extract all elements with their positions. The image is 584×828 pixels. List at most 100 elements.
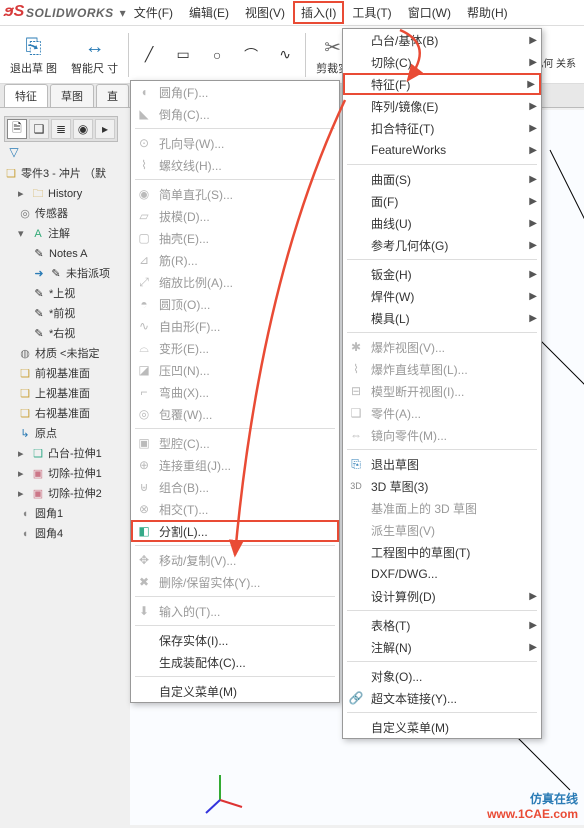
menu-intersect[interactable]: ⊗相交(T)...: [131, 498, 339, 520]
expand-icon[interactable]: ▸: [18, 185, 28, 203]
menu-thread[interactable]: ⌇螺纹线(H)...: [131, 154, 339, 176]
menu-part[interactable]: ❑零件(A)...: [343, 402, 541, 424]
tree-notes-a[interactable]: ✎Notes A: [4, 244, 128, 264]
menu-exit-sketch[interactable]: ⎘退出草图: [343, 453, 541, 475]
circle-tool[interactable]: ○: [203, 43, 231, 67]
menu-3dplane[interactable]: 基准面上的 3D 草图: [343, 497, 541, 519]
menu-modelbreak[interactable]: ⊟模型断开视图(I)...: [343, 380, 541, 402]
tree-front-plane[interactable]: ❏前视基准面: [4, 364, 128, 384]
menu-boss[interactable]: 凸台/基体(B)▶: [343, 29, 541, 51]
tree-origin[interactable]: ↳原点: [4, 424, 128, 444]
menu-deletebody[interactable]: ✖删除/保留实体(Y)...: [131, 571, 339, 593]
menu-customize2[interactable]: 自定义菜单(M): [343, 716, 541, 738]
tree-top[interactable]: ✎*上视: [4, 284, 128, 304]
menu-shell[interactable]: ▢抽壳(E)...: [131, 227, 339, 249]
menu-dxf[interactable]: DXF/DWG...: [343, 563, 541, 585]
spline-tool[interactable]: ∿: [271, 43, 299, 67]
menu-snap[interactable]: 扣合特征(T)▶: [343, 117, 541, 139]
menu-derived[interactable]: 派生草图(V): [343, 519, 541, 541]
menu-rib[interactable]: ⊿筋(R)...: [131, 249, 339, 271]
tree-unassigned[interactable]: ➜✎未指派项: [4, 264, 128, 284]
feature-tree-tab[interactable]: 🗎: [7, 119, 27, 139]
tree-root[interactable]: ❑零件3 - 冲片 （默: [4, 164, 128, 184]
menu-movecopy[interactable]: ✥移动/复制(V)...: [131, 549, 339, 571]
tree-right-plane[interactable]: ❏右视基准面: [4, 404, 128, 424]
menu-insert[interactable]: 插入(I): [293, 1, 344, 24]
menu-help[interactable]: 帮助(H): [459, 1, 516, 24]
menu-refgeom[interactable]: 参考几何体(G)▶: [343, 234, 541, 256]
config-tab[interactable]: ≣: [51, 119, 71, 139]
tree-fillet4[interactable]: ◖圆角4: [4, 524, 128, 544]
tree-history[interactable]: ▸🗀History: [4, 184, 128, 204]
menu-simplehole[interactable]: ◉简单直孔(S)...: [131, 183, 339, 205]
tree-annotations[interactable]: ▾A注解: [4, 224, 128, 244]
expand-icon[interactable]: ▸: [18, 465, 28, 483]
tree-material[interactable]: ◍材质 <未指定: [4, 344, 128, 364]
property-tab[interactable]: ❑: [29, 119, 49, 139]
display-tab[interactable]: ◉: [73, 119, 93, 139]
menu-file[interactable]: 文件(F): [126, 1, 181, 24]
smart-dimension-button[interactable]: ↔ 智能尺 寸: [67, 32, 122, 77]
menu-dome[interactable]: ◓圆顶(O)...: [131, 293, 339, 315]
menu-designstudy[interactable]: 设计算例(D)▶: [343, 585, 541, 607]
menu-freeform[interactable]: ∿自由形(F)...: [131, 315, 339, 337]
menu-bend[interactable]: ⌐弯曲(X)...: [131, 381, 339, 403]
menu-explode[interactable]: ✱爆炸视图(V)...: [343, 336, 541, 358]
arc-tool[interactable]: ⌒: [237, 43, 265, 67]
tab-direct[interactable]: 直: [96, 84, 129, 107]
menu-savebody[interactable]: 保存实体(I)...: [131, 629, 339, 651]
menu-holewizard[interactable]: ⊙孔向导(W)...: [131, 132, 339, 154]
more-tab[interactable]: ▸: [95, 119, 115, 139]
menu-3dsketch[interactable]: 3D3D 草图(3): [343, 475, 541, 497]
line-tool[interactable]: ╱: [135, 43, 163, 67]
menu-fillet[interactable]: ◖圆角(F)...: [131, 81, 339, 103]
menu-joincurve[interactable]: ⊕连接重组(J)...: [131, 454, 339, 476]
menu-mold[interactable]: 模具(L)▶: [343, 307, 541, 329]
menu-draft[interactable]: ▱拔模(D)...: [131, 205, 339, 227]
menu-view[interactable]: 视图(V): [237, 1, 293, 24]
tab-features[interactable]: 特征: [4, 84, 48, 107]
menu-curve[interactable]: 曲线(U)▶: [343, 212, 541, 234]
menu-cut[interactable]: 切除(C)▶: [343, 51, 541, 73]
menu-customize[interactable]: 自定义菜单(M): [131, 680, 339, 702]
exit-sketch-button[interactable]: ⎘ 退出草 图: [6, 32, 61, 77]
menu-featureworks[interactable]: FeatureWorks▶: [343, 139, 541, 161]
menu-pattern[interactable]: 阵列/镜像(E)▶: [343, 95, 541, 117]
filter-button[interactable]: ▽: [4, 142, 24, 162]
menu-window[interactable]: 窗口(W): [400, 1, 459, 24]
menu-import[interactable]: ⬇输入的(T)...: [131, 600, 339, 622]
menu-scale[interactable]: ⤢缩放比例(A)...: [131, 271, 339, 293]
tree-sensor[interactable]: ◎传感器: [4, 204, 128, 224]
menu-cavity[interactable]: ▣型腔(C)...: [131, 432, 339, 454]
menu-tools[interactable]: 工具(T): [344, 1, 399, 24]
expand-icon[interactable]: ▸: [18, 445, 28, 463]
menu-createasm[interactable]: 生成装配体(C)...: [131, 651, 339, 673]
collapse-icon[interactable]: ▾: [18, 225, 28, 243]
menu-combine[interactable]: ⊎组合(B)...: [131, 476, 339, 498]
tree-top-plane[interactable]: ❏上视基准面: [4, 384, 128, 404]
menu-annotations[interactable]: 注解(N)▶: [343, 636, 541, 658]
menu-tables[interactable]: 表格(T)▶: [343, 614, 541, 636]
tree-front[interactable]: ✎*前视: [4, 304, 128, 324]
menu-split[interactable]: ◧分割(L)...: [131, 520, 339, 542]
menu-explodeline[interactable]: ⌇爆炸直线草图(L)...: [343, 358, 541, 380]
menu-wrap[interactable]: ◎包覆(W)...: [131, 403, 339, 425]
rect-tool[interactable]: ▭: [169, 43, 197, 67]
expand-icon[interactable]: ▸: [18, 485, 28, 503]
menu-object[interactable]: 对象(O)...: [343, 665, 541, 687]
menu-surface[interactable]: 曲面(S)▶: [343, 168, 541, 190]
tree-fillet1[interactable]: ◖圆角1: [4, 504, 128, 524]
menu-mirrorpart[interactable]: ⇔镜向零件(M)...: [343, 424, 541, 446]
menu-edit[interactable]: 编辑(E): [181, 1, 237, 24]
menu-face[interactable]: 面(F)▶: [343, 190, 541, 212]
menu-drawing[interactable]: 工程图中的草图(T): [343, 541, 541, 563]
menu-hyperlink[interactable]: 🔗超文本链接(Y)...: [343, 687, 541, 709]
menu-sheetmetal[interactable]: 钣金(H)▶: [343, 263, 541, 285]
tree-boss[interactable]: ▸❑凸台-拉伸1: [4, 444, 128, 464]
menu-chamfer[interactable]: ◣倒角(C)...: [131, 103, 339, 125]
menu-deform[interactable]: ⌓变形(E)...: [131, 337, 339, 359]
tree-cut2[interactable]: ▸▣切除-拉伸2: [4, 484, 128, 504]
menu-indent[interactable]: ◪压凹(N)...: [131, 359, 339, 381]
tab-sketch[interactable]: 草图: [50, 84, 94, 107]
menu-weldment[interactable]: 焊件(W)▶: [343, 285, 541, 307]
